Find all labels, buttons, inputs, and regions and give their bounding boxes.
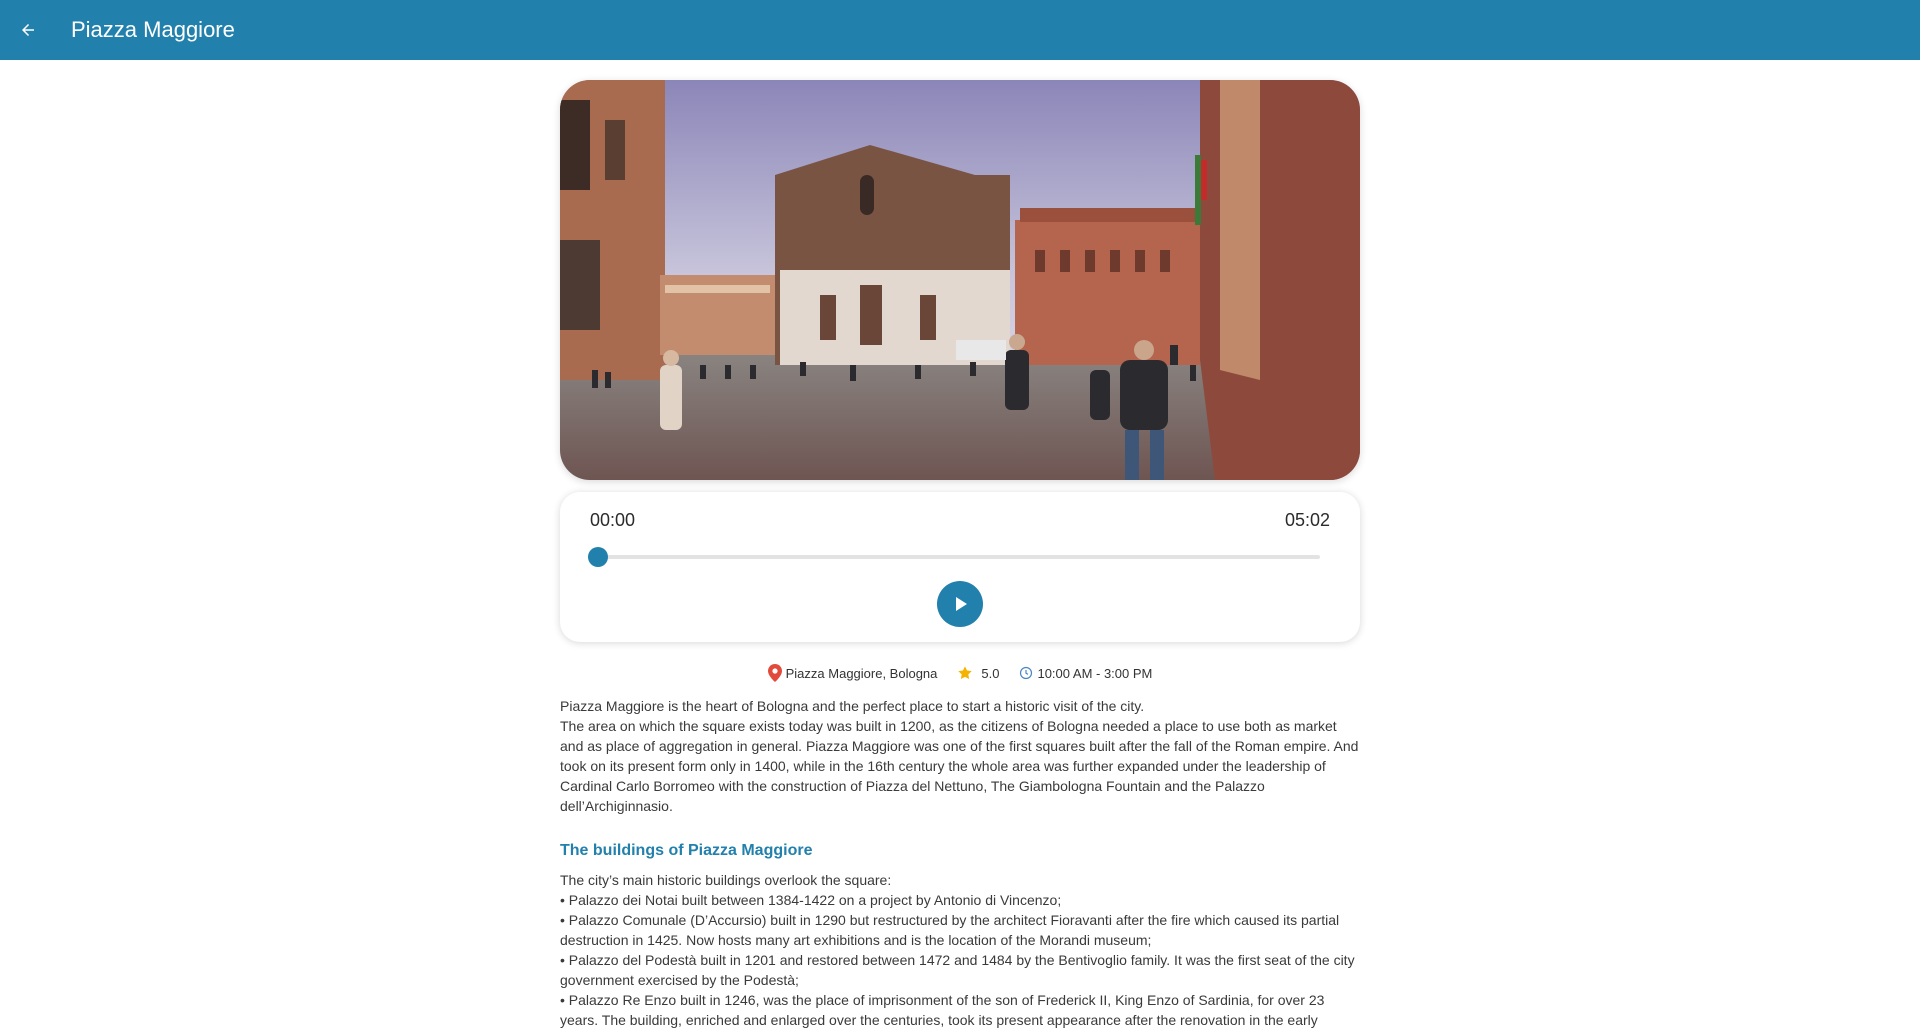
description-intro: Piazza Maggiore is the heart of Bologna …	[560, 698, 1145, 714]
rating-info: 5.0	[957, 665, 999, 681]
hero-image	[560, 80, 1360, 480]
star-icon	[958, 666, 973, 680]
play-icon[interactable]	[950, 594, 970, 614]
list-item: • Palazzo del Podestà built in 1201 and …	[560, 952, 1355, 988]
list-item: • Palazzo Comunale (D’Accursio) built in…	[560, 912, 1340, 948]
buildings-list: The city’s main historic buildings overl…	[560, 870, 1360, 1030]
location-text: Piazza Maggiore, Bologna	[785, 665, 938, 681]
back-button[interactable]	[16, 18, 40, 42]
rating-text: 5.0	[981, 665, 1000, 681]
current-time: 00:00	[590, 510, 636, 530]
app-bar: Piazza Maggiore	[0, 0, 1920, 60]
total-time: 05:02	[1284, 510, 1330, 530]
clock-icon	[1020, 666, 1033, 680]
list-item: • Palazzo dei Notai built between 1384-1…	[560, 892, 1062, 908]
audio-player: 00:00 05:02	[560, 492, 1360, 642]
map-pin-icon	[767, 664, 782, 682]
info-row: Piazza Maggiore, Bologna 5.0 10:00 AM - …	[560, 664, 1360, 682]
main-content: 00:00 05:02 Piazza Maggiore, Bologna 5.0	[560, 80, 1360, 1030]
description: Piazza Maggiore is the heart of Bologna …	[560, 696, 1360, 816]
page-title: Piazza Maggiore	[71, 17, 235, 42]
play-button[interactable]	[937, 581, 983, 627]
progress-thumb[interactable]	[588, 547, 608, 567]
piazza-maggiore-photo	[560, 80, 1360, 480]
arrow-back-icon[interactable]	[19, 21, 37, 39]
hours-text: 10:00 AM - 3:00 PM	[1037, 665, 1153, 681]
buildings-intro: The city’s main historic buildings overl…	[560, 872, 892, 888]
hours-info: 10:00 AM - 3:00 PM	[1019, 666, 1152, 681]
section-title: The buildings of Piazza Maggiore	[560, 842, 813, 859]
description-history: The area on which the square exists toda…	[560, 718, 1359, 814]
list-item: • Palazzo Re Enzo built in 1246, was the…	[560, 992, 1325, 1028]
location-info: Piazza Maggiore, Bologna	[767, 664, 938, 682]
progress-track[interactable]	[598, 555, 1320, 559]
